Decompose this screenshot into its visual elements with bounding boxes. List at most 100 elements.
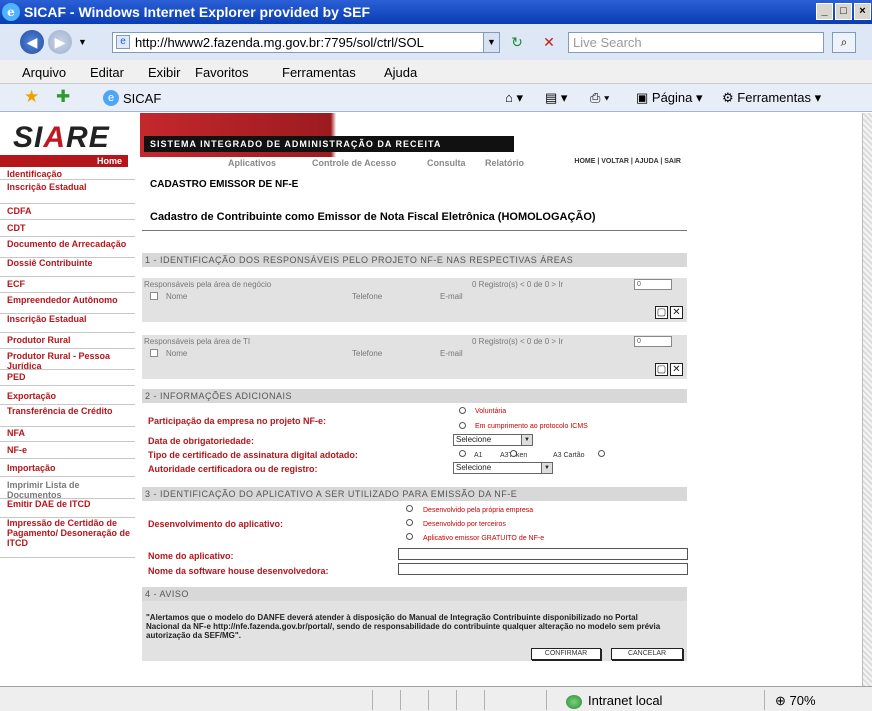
nav-relatorio[interactable]: Relatório <box>485 158 524 168</box>
software-house-label: Nome da software house desenvolvedora: <box>148 566 329 576</box>
home-link[interactable]: Home <box>0 155 128 167</box>
sidebar-item-identificacao[interactable]: Identificação <box>0 169 135 180</box>
gratuito-radio[interactable] <box>406 533 413 540</box>
select-all-checkbox[interactable] <box>150 349 158 357</box>
menu-favoritos[interactable]: Favoritos <box>195 65 248 80</box>
sidebar-item-inscricao-2[interactable]: Inscrição Estadual <box>0 314 135 333</box>
stop-icon[interactable]: ✕ <box>536 32 562 53</box>
cancelar-button[interactable]: CANCELAR <box>611 648 683 660</box>
sidebar-item-produtor-pj[interactable]: Produtor Rural - Pessoa Jurídica <box>0 351 135 371</box>
menu-ajuda[interactable]: Ajuda <box>384 65 417 80</box>
a1-radio[interactable] <box>459 450 466 457</box>
feeds-icon[interactable]: ▤ ▾ <box>545 90 567 106</box>
maximize-button[interactable]: □ <box>835 3 852 20</box>
status-bar: Intranet local ⊕ 70% <box>0 686 872 711</box>
col-nome: Nome <box>166 349 188 358</box>
autoridade-label: Autoridade certificadora ou de registro: <box>148 464 318 474</box>
sidebar-item-empreendedor[interactable]: Empreendedor Autônomo <box>0 295 135 314</box>
search-input[interactable]: Live Search <box>568 32 824 53</box>
tools-menu[interactable]: ⚙ Ferramentas ▾ <box>722 90 821 106</box>
software-house-input[interactable] <box>398 563 688 575</box>
delete-icon[interactable]: ✕ <box>670 306 683 319</box>
nav-consulta[interactable]: Consulta <box>427 158 466 168</box>
security-zone: Intranet local <box>566 693 662 709</box>
sidebar-item-produtor-rural[interactable]: Produtor Rural <box>0 335 135 349</box>
page-menu[interactable]: ▣ Página ▾ <box>636 90 703 106</box>
minimize-button[interactable]: _ <box>816 3 833 20</box>
print-icon[interactable]: ⎙ ▾ <box>590 90 609 106</box>
close-button[interactable]: × <box>854 3 871 20</box>
grid-pager: 0 Registro(s) < 0 de 0 > Ir <box>472 280 564 289</box>
page-icon: e <box>116 35 130 49</box>
select-all-checkbox[interactable] <box>150 292 158 300</box>
back-button[interactable]: ◀ <box>20 30 44 54</box>
terceiros-radio[interactable] <box>406 519 413 526</box>
sidebar-item-documento[interactable]: Documento de Arrecadação <box>0 239 135 258</box>
autoridade-select[interactable]: Selecione ▼ <box>453 462 553 474</box>
sidebar-item-nfa[interactable]: NFA <box>0 428 135 442</box>
aviso-message: "Alertamos que o modelo do DANFE deverá … <box>146 613 661 640</box>
tab-sicaf[interactable]: e SICAF <box>97 87 452 110</box>
url-input[interactable]: e http://hwww2.fazenda.mg.gov.br:7795/so… <box>112 32 500 53</box>
tab-ie-icon: e <box>103 90 119 106</box>
delete-icon[interactable]: ✕ <box>670 363 683 376</box>
sidebar-item-nfe[interactable]: NF-e <box>0 445 135 459</box>
sidebar-item-ped[interactable]: PED <box>0 372 135 386</box>
sidebar-item-dossie[interactable]: Dossiê Contribuinte <box>0 258 135 277</box>
nome-aplicativo-input[interactable] <box>398 548 688 560</box>
protocolo-radio[interactable] <box>459 422 466 429</box>
forward-button[interactable]: ▶ <box>48 30 72 54</box>
favorites-star-icon[interactable]: ★ <box>24 87 39 107</box>
terceiros-label: Desenvolvido por terceiros <box>423 521 506 528</box>
new-icon[interactable]: ▢ <box>655 306 668 319</box>
propria-empresa-radio[interactable] <box>406 505 413 512</box>
gratuito-label: Aplicativo emissor GRATUITO de NF-e <box>423 535 545 542</box>
voluntaria-radio[interactable] <box>459 407 466 414</box>
history-dropdown-icon[interactable]: ▼ <box>78 37 87 47</box>
nav-controle-acesso[interactable]: Controle de Acesso <box>312 158 396 168</box>
col-email: E-mail <box>440 292 463 301</box>
zoom-level[interactable]: ⊕ 70% <box>775 693 816 709</box>
chevron-down-icon: ▼ <box>541 463 552 473</box>
new-icon[interactable]: ▢ <box>655 363 668 376</box>
a3cartao-label: A3 Cartão <box>553 452 585 459</box>
data-obrigatoriedade-select[interactable]: Selecione ▼ <box>453 434 533 446</box>
search-icon[interactable]: ⌕ <box>832 32 856 53</box>
sidebar-item-emitir-dae[interactable]: Emitir DAE de ITCD <box>0 499 135 518</box>
a3cartao-radio[interactable] <box>598 450 605 457</box>
window-title: SICAF - Windows Internet Explorer provid… <box>24 4 371 20</box>
menu-exibir[interactable]: Exibir <box>148 65 181 80</box>
sidebar-item-inscricao[interactable]: Inscrição Estadual <box>0 182 135 204</box>
nav-home-voltar-ajuda-sair[interactable]: HOME | VOLTAR | AJUDA | SAIR <box>574 158 681 165</box>
section-4-header: 4 - AVISO <box>142 587 687 601</box>
sidebar-item-cdt[interactable]: CDT <box>0 223 135 237</box>
chevron-down-icon: ▼ <box>521 435 532 445</box>
browser-window: e SICAF - Windows Internet Explorer prov… <box>0 0 872 711</box>
vertical-scrollbar[interactable] <box>862 113 872 686</box>
nav-aplicativos[interactable]: Aplicativos <box>228 158 276 168</box>
home-icon[interactable]: ⌂ ▾ <box>505 90 523 106</box>
desenvolvimento-label: Desenvolvimento do aplicativo: <box>148 519 284 529</box>
url-dropdown-icon[interactable]: ▼ <box>483 33 499 52</box>
col-telefone: Telefone <box>352 292 383 301</box>
refresh-icon[interactable]: ↻ <box>504 32 530 53</box>
sidebar-item-imprimir[interactable]: Imprimir Lista de Documentos <box>0 480 135 500</box>
page-number-input[interactable]: 0 <box>634 336 672 347</box>
title-bar: e SICAF - Windows Internet Explorer prov… <box>0 0 872 24</box>
sidebar-item-cdfa[interactable]: CDFA <box>0 206 135 220</box>
menu-editar[interactable]: Editar <box>90 65 124 80</box>
add-favorite-icon[interactable]: ✚ <box>56 87 70 107</box>
col-telefone: Telefone <box>352 349 383 358</box>
confirmar-button[interactable]: CONFIRMAR <box>531 648 601 660</box>
section-1-header: 1 - IDENTIFICAÇÃO DOS RESPONSÁVEIS PELO … <box>142 253 687 267</box>
page-number-input[interactable]: 0 <box>634 279 672 290</box>
col-nome: Nome <box>166 292 188 301</box>
sidebar-item-impressao[interactable]: Impressão de Certidão de Pagamento/ Deso… <box>0 518 135 558</box>
sidebar-item-transferencia[interactable]: Transferência de Crédito <box>0 406 135 427</box>
menu-ferramentas[interactable]: Ferramentas <box>282 65 356 80</box>
sidebar-item-exportacao[interactable]: Exportação <box>0 391 135 405</box>
sidebar-item-ecf[interactable]: ECF <box>0 279 135 293</box>
sidebar-item-importacao[interactable]: Importação <box>0 463 135 477</box>
menu-arquivo[interactable]: Arquivo <box>22 65 66 80</box>
a3token-radio[interactable] <box>510 450 517 457</box>
